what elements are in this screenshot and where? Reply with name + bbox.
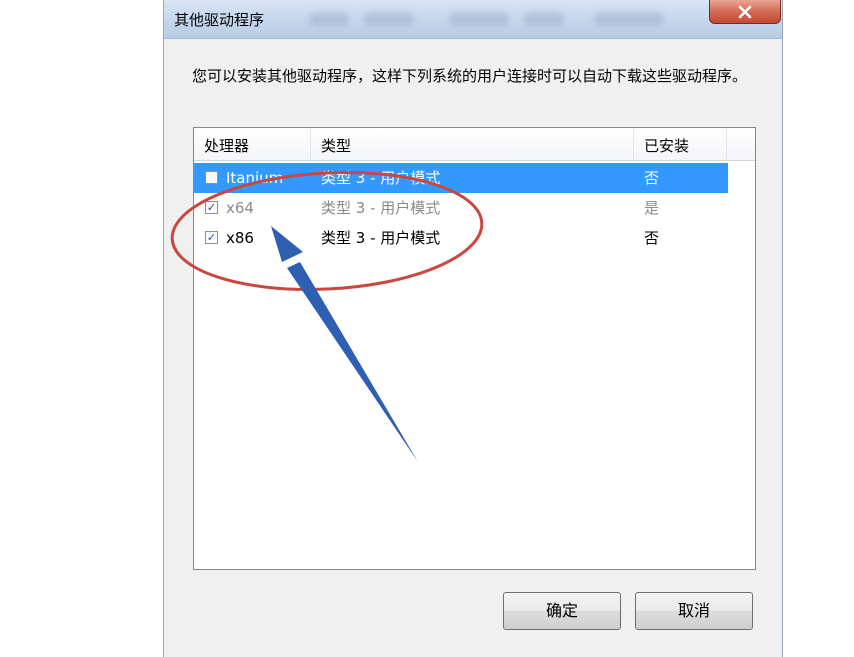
blurred-background [364,12,414,26]
close-icon [738,5,752,18]
title-bar[interactable]: 其他驱动程序 [164,0,782,39]
header-filler [726,128,755,160]
window-title: 其他驱动程序 [174,11,265,29]
list-row-x64[interactable]: x64 类型 3 - 用户模式 是 [194,193,728,223]
row-installed: 是 [644,199,660,217]
ok-button[interactable]: 确定 [503,592,621,630]
list-row-x86[interactable]: x86 类型 3 - 用户模式 否 [194,223,728,253]
column-header-type[interactable]: 类型 [311,128,633,160]
list-row-itanium[interactable]: Itanium 类型 3 - 用户模式 否 [194,163,728,193]
row-checkbox[interactable] [205,231,218,244]
row-type: 类型 3 - 用户模式 [321,169,441,187]
column-header-processor[interactable]: 处理器 [194,128,310,160]
row-type: 类型 3 - 用户模式 [321,229,441,247]
row-checkbox[interactable] [205,171,218,184]
driver-list[interactable]: 处理器 类型 已安装 Itanium 类型 3 - 用户模式 否 x64 类型 … [193,127,756,570]
blurred-background [449,12,509,26]
blurred-background [309,12,349,26]
blurred-background [594,12,664,26]
close-button[interactable] [709,0,781,24]
column-header-installed[interactable]: 已安装 [634,128,728,160]
row-type: 类型 3 - 用户模式 [321,199,441,217]
description-text: 您可以安装其他驱动程序，这样下列系统的用户连接时可以自动下载这些驱动程序。 [192,67,748,85]
cancel-button[interactable]: 取消 [635,592,753,630]
row-installed: 否 [644,229,660,247]
row-processor: x64 [226,199,254,217]
list-header: 处理器 类型 已安装 [194,128,755,161]
row-processor: x86 [226,229,254,247]
row-processor: Itanium [226,169,284,187]
blurred-background [524,12,564,26]
driver-dialog: 其他驱动程序 您可以安装其他驱动程序，这样下列系统的用户连接时可以自动下载这些驱… [163,0,783,657]
row-installed: 否 [644,169,660,187]
row-checkbox[interactable] [205,201,218,214]
